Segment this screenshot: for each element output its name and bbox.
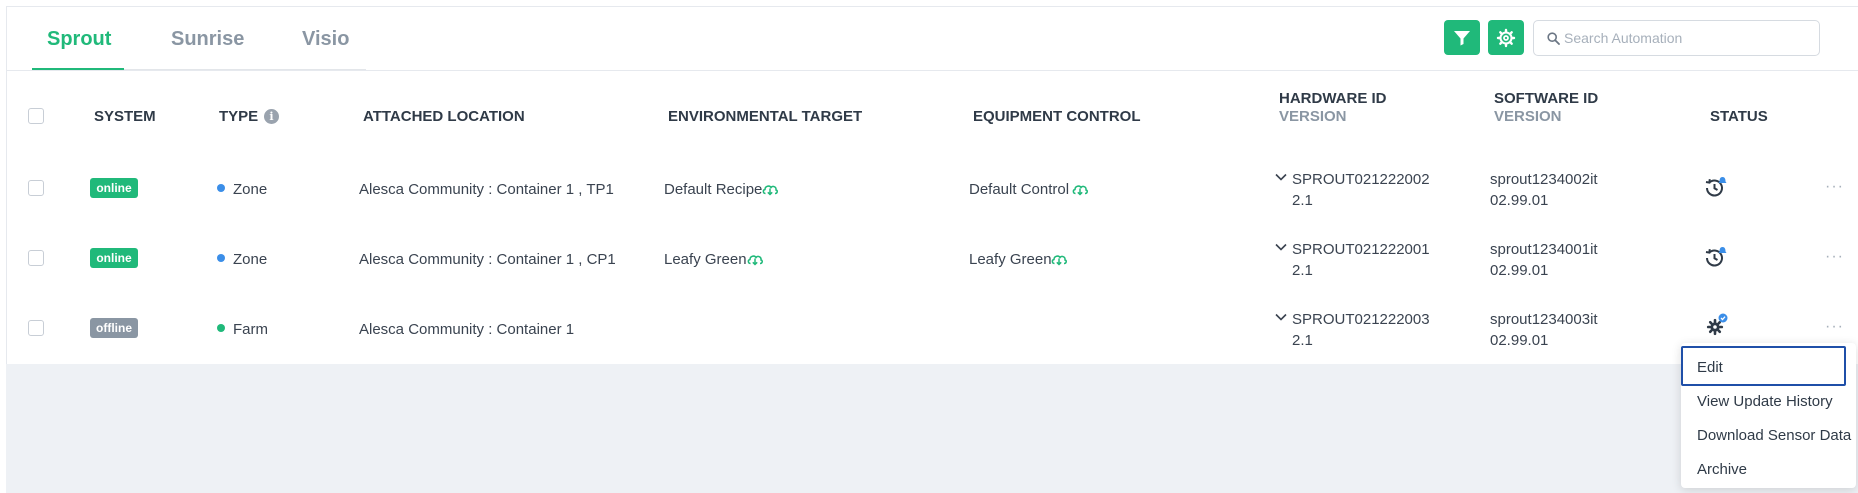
column-header-type[interactable]: TYPE <box>219 108 258 125</box>
software-version: 02.99.01 <box>1490 262 1549 279</box>
software-version: 02.99.01 <box>1490 192 1549 209</box>
column-header-equipment-control[interactable]: EQUIPMENT CONTROL <box>973 108 1141 125</box>
chevron-down-icon[interactable] <box>1275 173 1287 181</box>
equipment-control-label[interactable]: Leafy Green <box>969 251 1052 268</box>
row-actions-button[interactable]: ··· <box>1825 248 1844 266</box>
tab-sunrise[interactable]: Sunrise <box>171 28 244 51</box>
hardware-version: 2.1 <box>1292 332 1313 349</box>
column-header-software-id[interactable]: SOFTWARE ID <box>1494 90 1598 107</box>
software-id: sprout1234001it <box>1490 241 1598 258</box>
type-label: Zone <box>233 251 268 268</box>
type-dot <box>217 324 225 332</box>
hardware-id: SPROUT021222001 <box>1292 241 1430 258</box>
software-id: sprout1234003it <box>1490 311 1598 328</box>
filter-button[interactable] <box>1444 20 1480 55</box>
search-box <box>1533 20 1820 56</box>
history-bell-icon[interactable] <box>1703 244 1729 268</box>
column-subheader-hardware-version: VERSION <box>1279 108 1347 125</box>
search-icon <box>1547 32 1560 45</box>
row-actions-button[interactable]: ··· <box>1825 318 1844 336</box>
chevron-down-icon[interactable] <box>1275 313 1287 321</box>
history-bell-icon[interactable] <box>1703 174 1729 198</box>
system-tabs: Sprout Sunrise Visio <box>32 6 366 71</box>
type-label: Farm <box>233 321 268 338</box>
settings-button[interactable] <box>1488 20 1524 55</box>
header-divider <box>6 70 1858 71</box>
column-header-status[interactable]: STATUS <box>1710 108 1768 125</box>
location-label: Alesca Community : Container 1 , CP1 <box>359 251 616 268</box>
column-subheader-software-version: VERSION <box>1494 108 1562 125</box>
column-header-environmental-target[interactable]: ENVIRONMENTAL TARGET <box>668 108 862 125</box>
content-background <box>6 364 1858 493</box>
tab-sprout[interactable]: Sprout <box>47 28 111 51</box>
cloud-download-icon[interactable] <box>746 251 764 267</box>
type-label: Zone <box>233 181 268 198</box>
hardware-id: SPROUT021222003 <box>1292 311 1430 328</box>
location-label: Alesca Community : Container 1 <box>359 321 575 338</box>
equipment-control-label[interactable]: Default Control <box>969 181 1069 198</box>
cloud-sync-icon[interactable] <box>1071 181 1089 197</box>
type-dot <box>217 184 225 192</box>
column-header-hardware-id[interactable]: HARDWARE ID <box>1279 90 1387 107</box>
search-input[interactable] <box>1564 21 1814 55</box>
gear-icon <box>1496 28 1516 48</box>
row-actions-button[interactable]: ··· <box>1825 178 1844 196</box>
menu-item-archive[interactable]: Archive <box>1697 461 1747 478</box>
tab-visio[interactable]: Visio <box>302 28 349 51</box>
focus-ring <box>1681 346 1846 386</box>
software-id: sprout1234002it <box>1490 171 1598 188</box>
gear-check-icon[interactable] <box>1703 313 1729 337</box>
filter-icon <box>1454 31 1470 46</box>
menu-item-view-update-history[interactable]: View Update History <box>1697 393 1833 410</box>
status-badge: online <box>90 178 138 198</box>
hardware-version: 2.1 <box>1292 262 1313 279</box>
row-checkbox[interactable] <box>28 180 44 196</box>
column-header-system[interactable]: SYSTEM <box>94 108 156 125</box>
env-target-label[interactable]: Leafy Green <box>664 251 747 268</box>
select-all-checkbox[interactable] <box>28 108 44 124</box>
column-header-attached-location[interactable]: ATTACHED LOCATION <box>363 108 525 125</box>
info-icon[interactable]: i <box>264 109 279 124</box>
status-badge: offline <box>90 318 138 338</box>
menu-item-download-sensor-data[interactable]: Download Sensor Data <box>1697 427 1851 444</box>
cloud-download-icon[interactable] <box>1050 251 1068 267</box>
hardware-version: 2.1 <box>1292 192 1313 209</box>
location-label: Alesca Community : Container 1 , TP1 <box>359 181 614 198</box>
env-target-label[interactable]: Default Recipe <box>664 181 762 198</box>
status-badge: online <box>90 248 138 268</box>
hardware-id: SPROUT021222002 <box>1292 171 1430 188</box>
row-checkbox[interactable] <box>28 320 44 336</box>
row-checkbox[interactable] <box>28 250 44 266</box>
cloud-sync-icon[interactable] <box>761 181 779 197</box>
software-version: 02.99.01 <box>1490 332 1549 349</box>
type-dot <box>217 254 225 262</box>
chevron-down-icon[interactable] <box>1275 243 1287 251</box>
